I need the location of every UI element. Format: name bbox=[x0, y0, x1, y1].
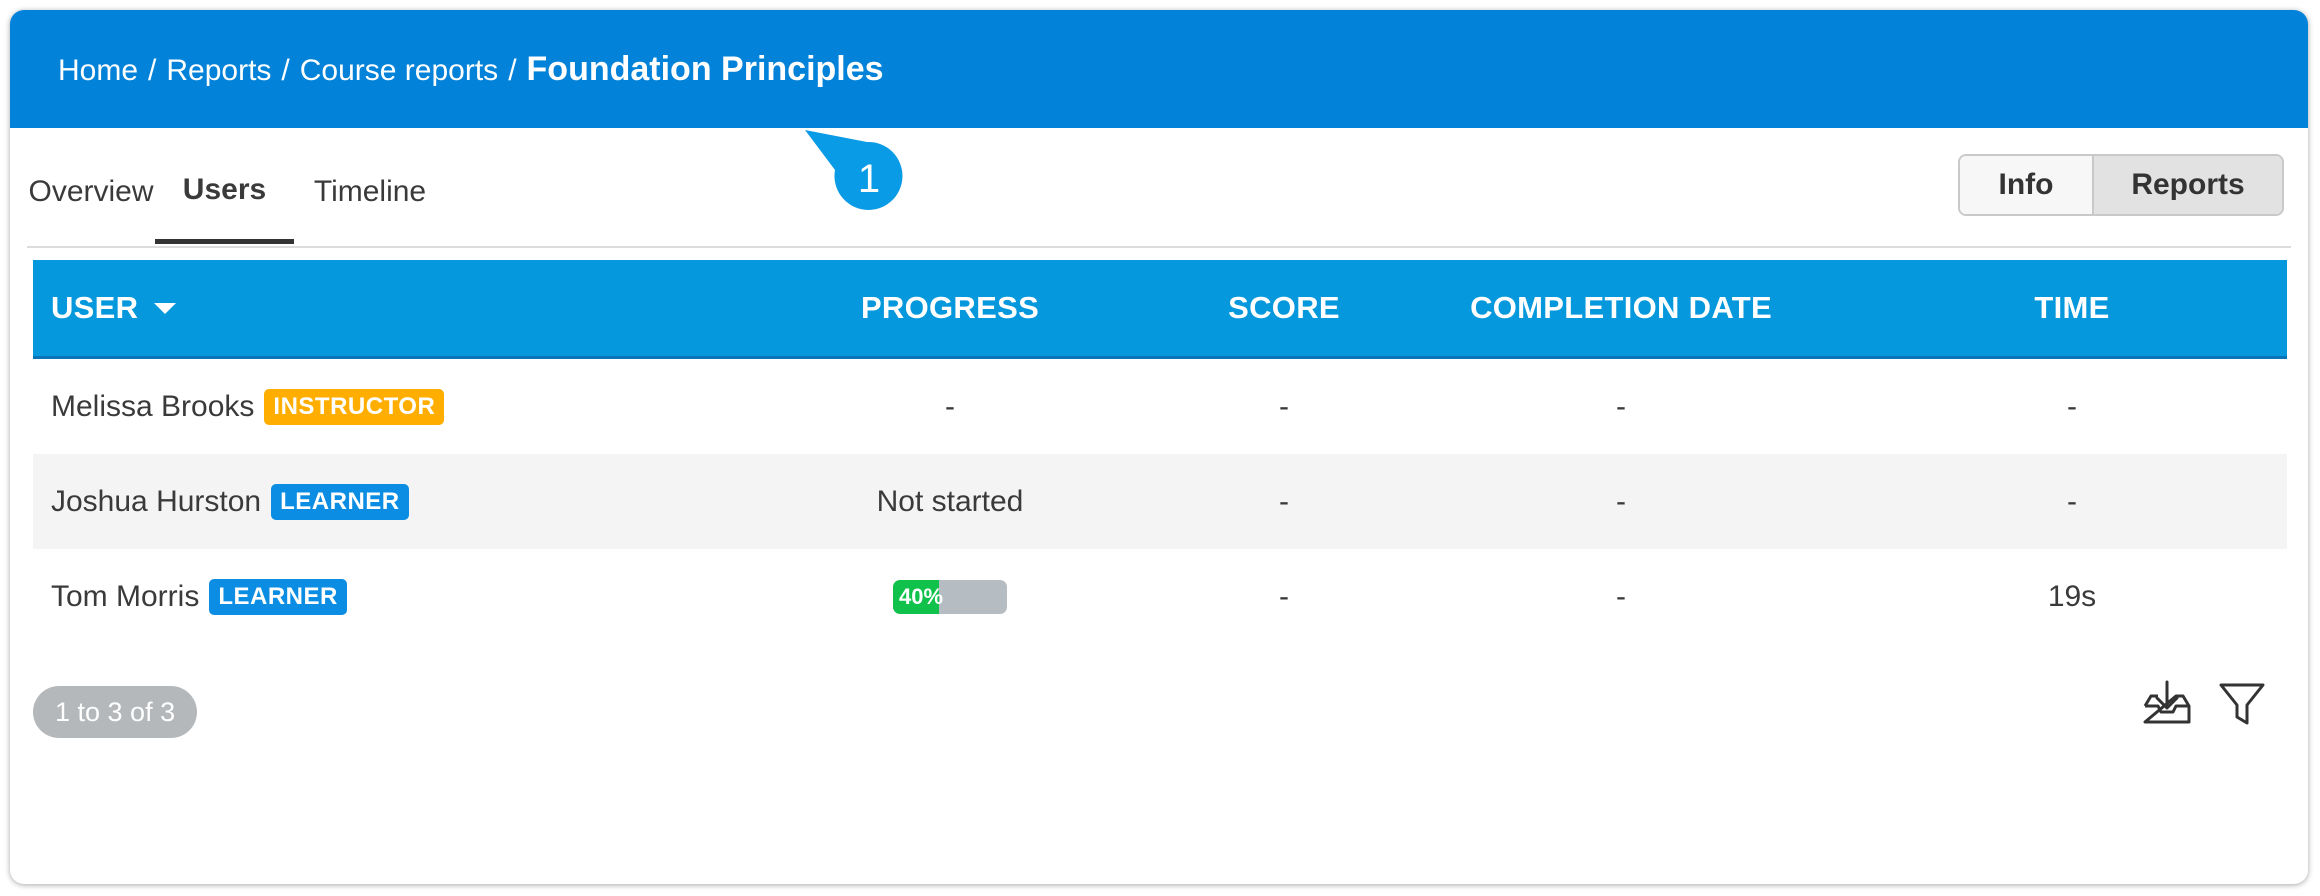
user-name[interactable]: Tom Morris bbox=[51, 580, 199, 614]
callout-bubble-shape bbox=[805, 130, 903, 210]
table-header-row: USER PROGRESS SCORE COMPLETION DATE TIME bbox=[33, 260, 2287, 359]
completion-date-cell: - bbox=[1616, 579, 1626, 613]
time-cell: - bbox=[2067, 389, 2077, 423]
score-cell: - bbox=[1279, 484, 1289, 518]
tab-overview[interactable]: Overview bbox=[27, 140, 155, 244]
column-header-user-label: USER bbox=[51, 290, 139, 325]
page-title: Foundation Principles bbox=[526, 49, 884, 88]
tab-users[interactable]: Users bbox=[155, 140, 294, 244]
column-header-time[interactable]: TIME bbox=[2034, 260, 2109, 356]
column-header-user[interactable]: USER bbox=[51, 260, 177, 356]
user-name[interactable]: Joshua Hurston bbox=[51, 485, 261, 519]
info-button[interactable]: Info bbox=[1960, 156, 2094, 214]
progress-cell: 40% bbox=[893, 549, 1007, 644]
column-header-progress[interactable]: PROGRESS bbox=[861, 260, 1039, 356]
reports-button[interactable]: Reports bbox=[2094, 156, 2282, 214]
pagination-summary: 1 to 3 of 3 bbox=[33, 686, 198, 738]
table-row: Melissa Brooks INSTRUCTOR - - - - bbox=[33, 359, 2287, 454]
sort-desc-icon bbox=[154, 302, 177, 314]
progress-cell: Not started bbox=[876, 484, 1024, 518]
score-cell: - bbox=[1279, 389, 1289, 423]
score-cell: - bbox=[1279, 579, 1289, 613]
user-cell: Tom Morris LEARNER bbox=[51, 549, 347, 644]
report-tabs: Overview Users Timeline bbox=[27, 140, 2291, 248]
breadcrumb: Home / Reports / Course reports / Founda… bbox=[58, 50, 884, 89]
table-row: Joshua Hurston LEARNER Not started - - - bbox=[33, 454, 2287, 549]
breadcrumb-separator: / bbox=[281, 53, 290, 87]
table-row: Tom Morris LEARNER 40% - - 19s bbox=[33, 549, 2287, 644]
breadcrumb-separator: / bbox=[148, 53, 157, 87]
progress-cell: - bbox=[945, 389, 955, 423]
user-name[interactable]: Melissa Brooks bbox=[51, 390, 254, 424]
tab-timeline[interactable]: Timeline bbox=[294, 140, 446, 244]
users-table: USER PROGRESS SCORE COMPLETION DATE TIME… bbox=[33, 260, 2287, 644]
breadcrumb-course-reports-link[interactable]: Course reports bbox=[300, 54, 498, 88]
role-badge: LEARNER bbox=[271, 483, 409, 520]
time-cell: 19s bbox=[2047, 579, 2097, 613]
column-header-completion-date[interactable]: COMPLETION DATE bbox=[1470, 260, 1772, 356]
user-cell: Joshua Hurston LEARNER bbox=[51, 454, 409, 549]
view-toggle: Info Reports bbox=[1958, 154, 2284, 216]
callout-number: 1 bbox=[858, 157, 880, 201]
download-tray-icon[interactable] bbox=[2140, 678, 2194, 728]
role-badge: INSTRUCTOR bbox=[264, 388, 445, 425]
page-header: Home / Reports / Course reports / Founda… bbox=[10, 10, 2308, 128]
column-header-score[interactable]: SCORE bbox=[1228, 260, 1340, 356]
tutorial-step-callout: 1 bbox=[805, 130, 903, 210]
breadcrumb-separator: / bbox=[508, 53, 517, 87]
role-badge: LEARNER bbox=[209, 578, 347, 615]
progress-percent-label: 40% bbox=[899, 583, 944, 609]
filter-funnel-icon[interactable] bbox=[2217, 680, 2267, 730]
completion-date-cell: - bbox=[1616, 484, 1626, 518]
breadcrumb-reports-link[interactable]: Reports bbox=[166, 54, 271, 88]
course-report-panel: Home / Reports / Course reports / Founda… bbox=[10, 10, 2308, 884]
progress-bar: 40% bbox=[893, 579, 1007, 614]
user-cell: Melissa Brooks INSTRUCTOR bbox=[51, 359, 445, 454]
breadcrumb-home-link[interactable]: Home bbox=[58, 54, 138, 88]
completion-date-cell: - bbox=[1616, 389, 1626, 423]
time-cell: - bbox=[2067, 484, 2077, 518]
